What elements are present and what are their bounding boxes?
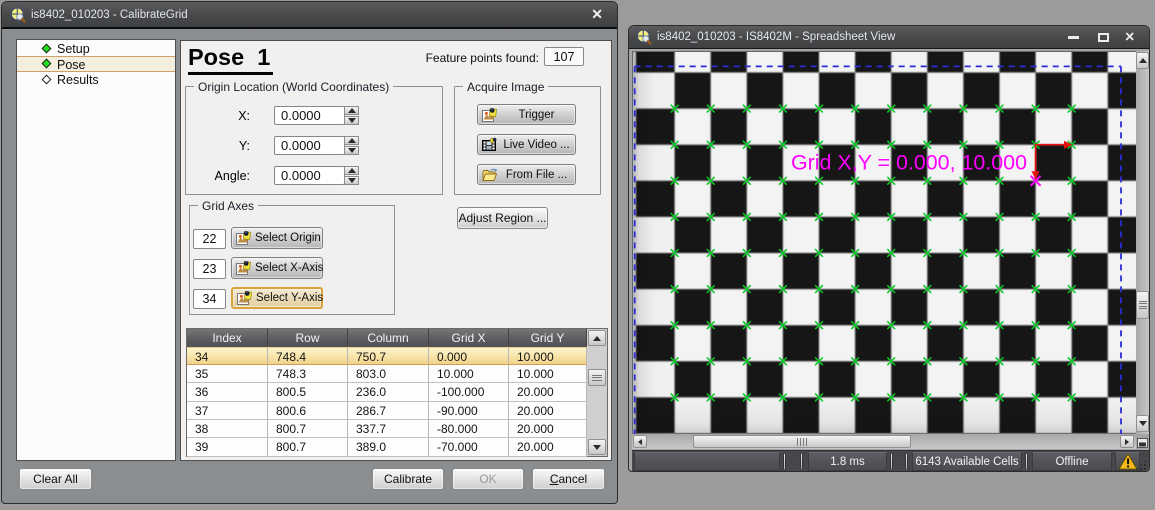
svg-text:Grid X,Y = 0.000, 10.000: Grid X,Y = 0.000, 10.000 (791, 151, 1027, 175)
